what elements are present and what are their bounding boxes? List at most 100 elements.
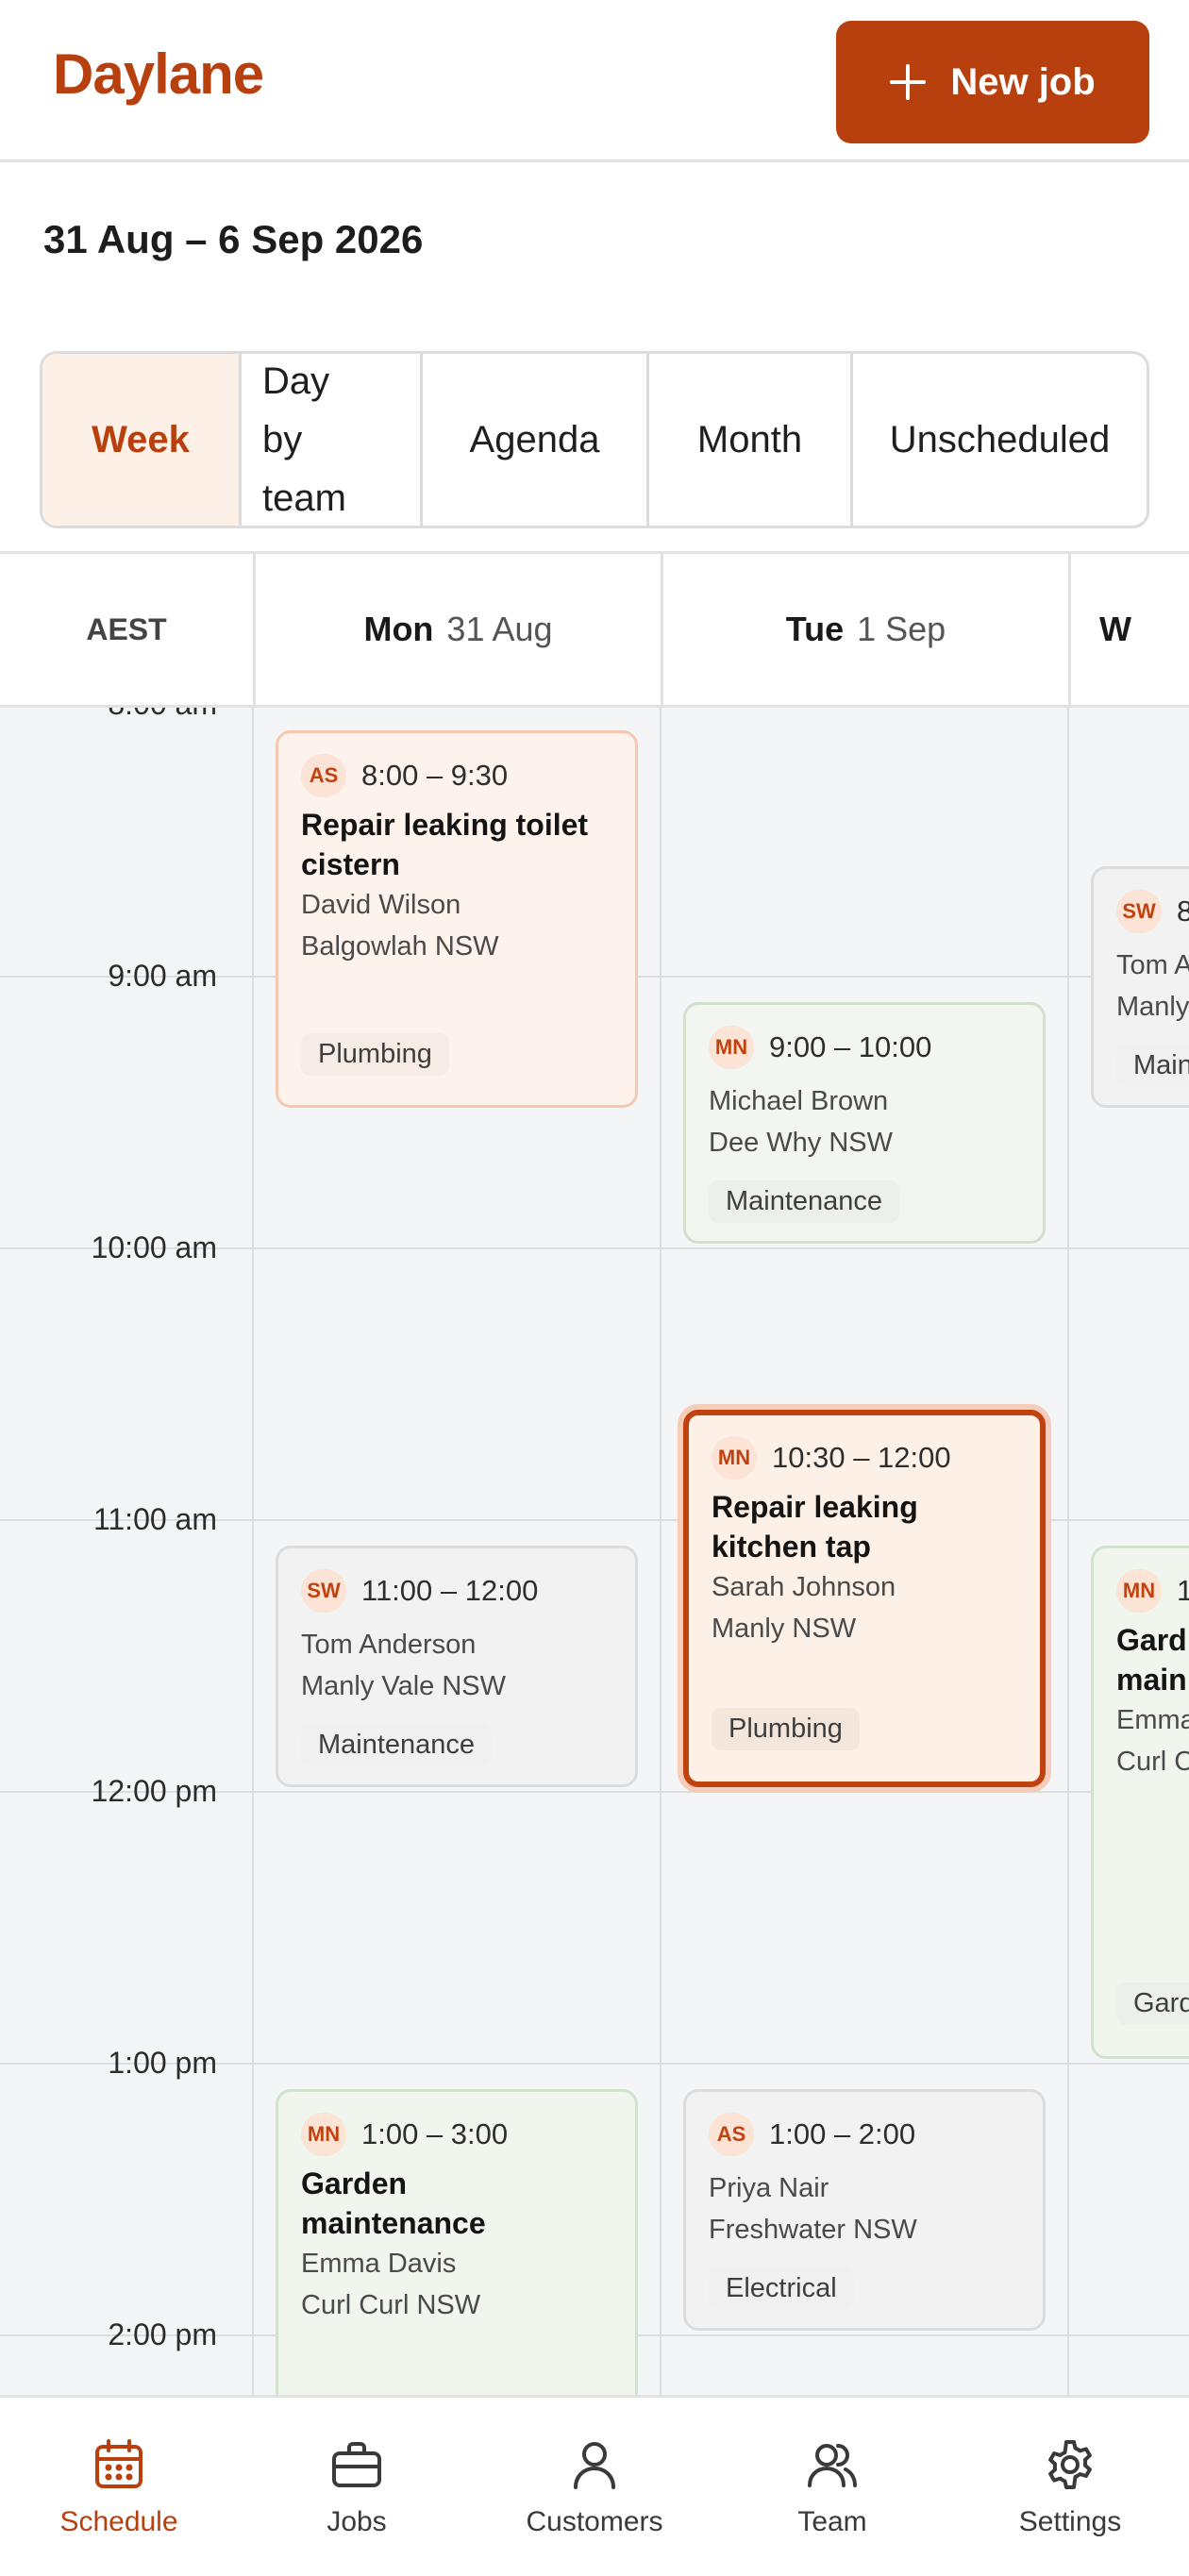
brand-logo[interactable]: Daylane xyxy=(53,42,264,107)
event-title-line: kitchen tap xyxy=(712,1530,871,1564)
new-job-button[interactable]: New job xyxy=(836,21,1149,143)
event-title-line: Garden xyxy=(301,2166,408,2200)
column-divider xyxy=(1067,708,1069,2395)
event-suburb: Dee Why NSW xyxy=(709,1128,893,1158)
event-customer: Emma xyxy=(1116,1705,1189,1735)
calendar-grid[interactable]: 8:00 am 9:00 am 10:00 am 11:00 am 12:00 … xyxy=(0,708,1189,2395)
event-title-line: Gard xyxy=(1116,1623,1187,1657)
nav-label: Team xyxy=(797,2505,867,2537)
job-type-tag: Electrical xyxy=(709,2267,854,2310)
job-type-tag: Maintenance xyxy=(301,1724,493,1766)
tab-day-by-team-line1: Day xyxy=(262,360,330,402)
event-card-repair-kitchen-tap[interactable]: MN 10:30 – 12:00 Repair leaking kitchen … xyxy=(683,1410,1046,1787)
person-icon xyxy=(574,2441,615,2489)
event-title-line: Repair leaking toilet xyxy=(301,808,589,842)
day-header-tue[interactable]: Tue 1 Sep xyxy=(661,554,1068,705)
job-type-tag: Maintenance xyxy=(709,1180,900,1223)
new-job-label: New job xyxy=(950,60,1096,103)
event-card-mon-maintenance[interactable]: SW 11:00 – 12:00 Tom Anderson Manly Vale… xyxy=(276,1546,638,1787)
nav-schedule[interactable]: Schedule xyxy=(0,2398,238,2576)
event-customer: Michael Brown xyxy=(709,1086,889,1116)
event-title-line: main xyxy=(1116,1663,1187,1697)
time-label: 1:00 pm xyxy=(108,2046,217,2080)
assignee-badge: MN xyxy=(712,1436,757,1480)
tab-day-by-team-line2: by xyxy=(262,419,303,460)
job-type-tag: Main xyxy=(1116,1045,1189,1087)
column-divider xyxy=(660,708,661,2395)
time-label: 9:00 am xyxy=(108,959,217,993)
event-card-wed-partial[interactable]: SW 8 Tom A Manly Main xyxy=(1091,866,1189,1108)
day-date: 31 Aug xyxy=(446,610,553,648)
nav-label: Jobs xyxy=(327,2505,387,2537)
app-root: Daylane New job 31 Aug – 6 Sep 2026 Week… xyxy=(0,0,1189,2576)
event-time: 8 xyxy=(1177,895,1189,928)
event-suburb: Freshwater NSW xyxy=(709,2215,917,2245)
tab-day-by-team[interactable]: Day by team xyxy=(242,354,423,526)
event-time: 11:00 – 12:00 xyxy=(361,1574,539,1607)
nav-customers[interactable]: Customers xyxy=(476,2398,713,2576)
assignee-badge: MN xyxy=(1116,1569,1162,1613)
tab-month[interactable]: Month xyxy=(649,354,853,526)
event-card-repair-toilet[interactable]: AS 8:00 – 9:30 Repair leaking toilet cis… xyxy=(276,730,638,1108)
assignee-badge: AS xyxy=(301,754,346,797)
assignee-badge: SW xyxy=(301,1569,346,1613)
event-card-wed-garden-partial[interactable]: MN 1 Gard main Emma Curl C Gard xyxy=(1091,1546,1189,2059)
event-customer: David Wilson xyxy=(301,890,461,920)
event-title: Garden maintenance xyxy=(301,2164,612,2243)
event-suburb: Balgowlah NSW xyxy=(301,931,499,962)
event-card-tue-electrical[interactable]: AS 1:00 – 2:00 Priya Nair Freshwater NSW… xyxy=(683,2089,1046,2331)
gear-icon xyxy=(1048,2439,1092,2489)
event-time: 1:00 – 3:00 xyxy=(361,2117,509,2150)
day-header-wed[interactable]: W xyxy=(1068,554,1189,705)
time-label: 8:00 am xyxy=(0,708,217,722)
event-time: 1:00 – 2:00 xyxy=(769,2117,916,2150)
event-suburb: Curl Curl NSW xyxy=(301,2290,481,2320)
job-type-tag: Plumbing xyxy=(301,1033,449,1076)
nav-label: Settings xyxy=(1018,2505,1122,2537)
calendar-icon xyxy=(95,2438,142,2488)
event-time: 1 xyxy=(1177,1574,1189,1608)
event-suburb: Manly NSW xyxy=(712,1614,857,1644)
day-date: 1 Sep xyxy=(857,610,946,648)
event-customer: Tom A xyxy=(1116,950,1189,980)
event-time: 9:00 – 10:00 xyxy=(769,1030,932,1063)
day-name: Mon xyxy=(363,610,434,648)
view-tabs: Week Day by team Agenda Month Unschedule… xyxy=(40,351,1149,528)
team-icon xyxy=(808,2443,857,2487)
event-card-tue-maintenance[interactable]: MN 9:00 – 10:00 Michael Brown Dee Why NS… xyxy=(683,1002,1046,1244)
day-name: Tue xyxy=(785,610,845,648)
nav-label: Schedule xyxy=(59,2505,178,2537)
event-card-garden-maintenance[interactable]: MN 1:00 – 3:00 Garden maintenance Emma D… xyxy=(276,2089,638,2395)
time-label: 12:00 pm xyxy=(91,1774,217,1808)
tab-unscheduled[interactable]: Unscheduled xyxy=(853,354,1147,526)
event-suburb: Curl C xyxy=(1116,1747,1189,1777)
event-title: Repair leaking toilet cistern xyxy=(301,805,612,884)
event-title-line: maintenance xyxy=(301,2206,486,2240)
nav-label: Customers xyxy=(526,2505,663,2537)
job-type-tag: Plumbing xyxy=(712,1708,860,1750)
day-header-mon[interactable]: Mon 31 Aug xyxy=(253,554,661,705)
tab-week[interactable]: Week xyxy=(42,354,242,526)
plus-icon xyxy=(890,64,927,100)
event-customer: Emma Davis xyxy=(301,2249,457,2279)
event-suburb: Manly xyxy=(1116,992,1189,1022)
nav-jobs[interactable]: Jobs xyxy=(238,2398,476,2576)
column-divider xyxy=(252,708,254,2395)
time-label: 10:00 am xyxy=(91,1230,217,1264)
event-title: Gard main xyxy=(1116,1620,1189,1699)
tab-agenda[interactable]: Agenda xyxy=(423,354,649,526)
timezone-label: AEST xyxy=(86,611,167,646)
nav-settings[interactable]: Settings xyxy=(951,2398,1189,2576)
event-title-line: cistern xyxy=(301,847,400,881)
assignee-badge: AS xyxy=(709,2113,754,2156)
event-suburb: Manly Vale NSW xyxy=(301,1671,507,1701)
event-customer: Priya Nair xyxy=(709,2173,829,2203)
assignee-badge: MN xyxy=(709,1026,754,1069)
briefcase-icon xyxy=(332,2441,381,2487)
event-title: Repair leaking kitchen tap xyxy=(712,1487,1017,1566)
event-time: 10:30 – 12:00 xyxy=(772,1441,951,1474)
assignee-badge: MN xyxy=(301,2113,346,2156)
nav-team[interactable]: Team xyxy=(713,2398,951,2576)
event-time: 8:00 – 9:30 xyxy=(361,759,509,792)
top-header: Daylane New job xyxy=(0,0,1189,162)
